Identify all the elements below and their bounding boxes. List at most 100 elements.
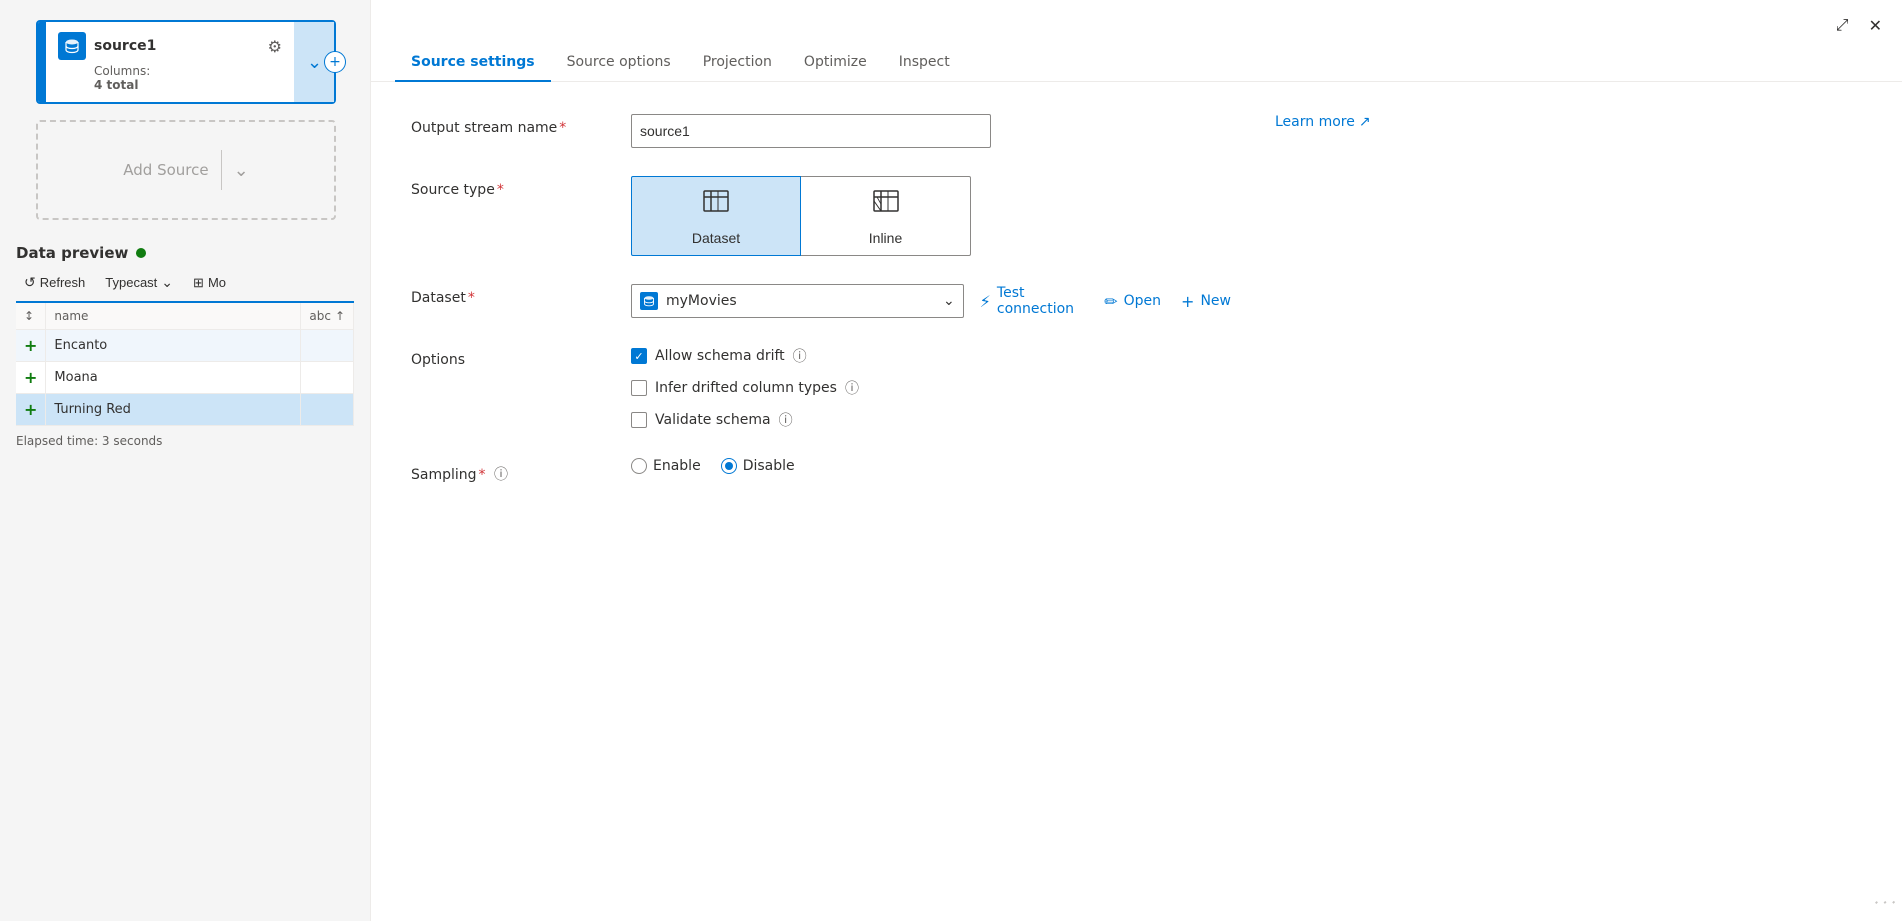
open-icon: ✏	[1104, 292, 1117, 311]
sampling-control: Enable Disable	[631, 458, 1231, 474]
infer-drifted-checkbox[interactable]	[631, 380, 647, 396]
output-stream-label: Output stream name*	[411, 114, 611, 136]
tab-projection[interactable]: Projection	[687, 44, 788, 82]
learn-more-link[interactable]: Learn more ↗	[1275, 114, 1371, 130]
more-button[interactable]: ⊞ Mo	[185, 271, 234, 295]
add-source-button[interactable]: Add Source ⌄	[36, 120, 336, 220]
close-icon: ✕	[1869, 18, 1882, 35]
source-node-plus-button[interactable]: +	[324, 51, 346, 73]
sampling-row: Sampling* ⓘ Enable Disable	[411, 458, 1862, 484]
dataset-db-icon	[640, 292, 658, 310]
dataset-icon	[702, 187, 730, 222]
infer-drifted-row: Infer drifted column types ⓘ	[631, 378, 1231, 398]
sampling-radio-group: Enable Disable	[631, 458, 1231, 474]
sort-icon: ↕	[24, 309, 34, 323]
dataset-control: myMovies ⌄ ⚡ Test connection ✏ Open	[631, 284, 1231, 318]
source-node[interactable]: source1 ⚙ Columns: 4 total ⌄ +	[36, 20, 336, 104]
dataset-select[interactable]: myMovies ⌄	[631, 284, 964, 318]
validate-schema-checkbox[interactable]	[631, 412, 647, 428]
allow-schema-drift-checkbox[interactable]: ✓	[631, 348, 647, 364]
required-indicator: *	[468, 290, 475, 306]
source-node-content: source1 ⚙ Columns: 4 total	[46, 22, 294, 102]
table-row: + Moana	[16, 362, 354, 394]
allow-schema-drift-row: ✓ Allow schema drift ⓘ	[631, 346, 1231, 366]
table-cell: Moana	[46, 362, 301, 394]
sampling-disable-option[interactable]: Disable	[721, 458, 795, 474]
data-preview-title: Data preview	[16, 244, 128, 262]
add-source-label: Add Source	[123, 161, 208, 179]
sampling-enable-radio[interactable]	[631, 458, 647, 474]
chevron-down-icon: ⌄	[307, 52, 322, 73]
source-gear-icon[interactable]: ⚙	[268, 37, 282, 56]
col-name-header: name	[54, 309, 88, 323]
tab-source-settings[interactable]: Source settings	[395, 44, 551, 82]
data-preview-section: Data preview ↺ Refresh Typecast ⌄ ⊞ Mo	[16, 244, 354, 448]
tab-source-options[interactable]: Source options	[551, 44, 687, 82]
left-panel: source1 ⚙ Columns: 4 total ⌄ + Add Sourc…	[0, 0, 370, 921]
dataset-row-inner: myMovies ⌄ ⚡ Test connection ✏ Open	[631, 284, 1231, 318]
typecast-chevron-icon: ⌄	[161, 274, 173, 291]
row-expand-button[interactable]: +	[24, 368, 37, 387]
source-node-accent	[38, 22, 46, 102]
new-icon: +	[1181, 292, 1194, 311]
dataset-select-value: myMovies	[640, 292, 737, 310]
source-node-header: source1 ⚙	[58, 32, 282, 60]
refresh-button[interactable]: ↺ Refresh	[16, 270, 93, 295]
validate-schema-label: Validate schema	[655, 412, 771, 428]
sampling-info-icon[interactable]: ⓘ	[494, 467, 508, 483]
source-node-arrow[interactable]: ⌄ +	[294, 22, 334, 102]
right-panel: ⤢ ✕ Source settings Source options Proje…	[370, 0, 1902, 921]
open-button[interactable]: ✏ Open	[1104, 292, 1161, 311]
typecast-button[interactable]: Typecast ⌄	[97, 270, 181, 295]
table-cell: Encanto	[46, 330, 301, 362]
required-indicator: *	[559, 120, 566, 136]
source-type-group: Dataset	[631, 176, 1231, 256]
sampling-disable-radio[interactable]	[721, 458, 737, 474]
infer-drifted-info-icon[interactable]: ⓘ	[845, 378, 859, 398]
table-cell	[301, 362, 354, 394]
maximize-button[interactable]: ⤢	[1832, 13, 1853, 39]
add-source-chevron-icon: ⌄	[234, 160, 249, 181]
allow-schema-drift-label: Allow schema drift	[655, 348, 785, 364]
infer-drifted-label: Infer drifted column types	[655, 380, 837, 396]
maximize-icon: ⤢	[1836, 17, 1849, 34]
sampling-disable-dot	[725, 462, 733, 470]
new-button[interactable]: + New	[1181, 292, 1231, 311]
source-type-dataset-button[interactable]: Dataset	[631, 176, 801, 256]
dataset-row: Dataset* myMovies	[411, 284, 1862, 318]
add-source-divider	[221, 150, 222, 190]
test-connection-icon: ⚡	[980, 292, 991, 311]
test-connection-button[interactable]: ⚡ Test connection	[980, 285, 1085, 317]
allow-schema-drift-info-icon[interactable]: ⓘ	[793, 346, 807, 366]
inline-icon	[872, 187, 900, 222]
col-type-header: abc	[309, 309, 331, 323]
tabs-bar: Source settings Source options Projectio…	[371, 44, 1902, 82]
tab-optimize[interactable]: Optimize	[788, 44, 883, 82]
tab-inspect[interactable]: Inspect	[883, 44, 966, 82]
external-link-icon: ↗	[1359, 114, 1371, 130]
dataset-label: Dataset*	[411, 284, 611, 306]
validate-schema-row: Validate schema ⓘ	[631, 410, 1231, 430]
source-type-label: Source type*	[411, 176, 611, 198]
output-stream-row: Output stream name* Learn more ↗	[411, 114, 1862, 148]
settings-content: Output stream name* Learn more ↗ Source …	[371, 82, 1902, 921]
sampling-enable-option[interactable]: Enable	[631, 458, 701, 474]
options-row: Options ✓ Allow schema drift ⓘ Infer dri…	[411, 346, 1862, 430]
data-table: ↕ name abc ↑	[16, 303, 354, 426]
dataset-actions: ⚡ Test connection ✏ Open + New	[980, 285, 1231, 317]
close-button[interactable]: ✕	[1865, 12, 1886, 40]
table-row: + Encanto	[16, 330, 354, 362]
options-label: Options	[411, 346, 611, 368]
sampling-label: Sampling* ⓘ	[411, 458, 611, 484]
output-stream-input[interactable]	[631, 114, 991, 148]
table-cell	[301, 394, 354, 426]
row-expand-button[interactable]: +	[24, 336, 37, 355]
row-expand-button[interactable]: +	[24, 400, 37, 419]
validate-schema-info-icon[interactable]: ⓘ	[779, 410, 793, 430]
source-type-inline-button[interactable]: Inline	[801, 176, 971, 256]
more-icon: ⊞	[193, 275, 204, 291]
col-sort-icon: ↑	[335, 309, 345, 323]
dropdown-chevron-icon: ⌄	[943, 293, 955, 309]
source-node-name: source1	[94, 38, 156, 54]
source-node-columns: Columns: 4 total	[94, 64, 282, 92]
